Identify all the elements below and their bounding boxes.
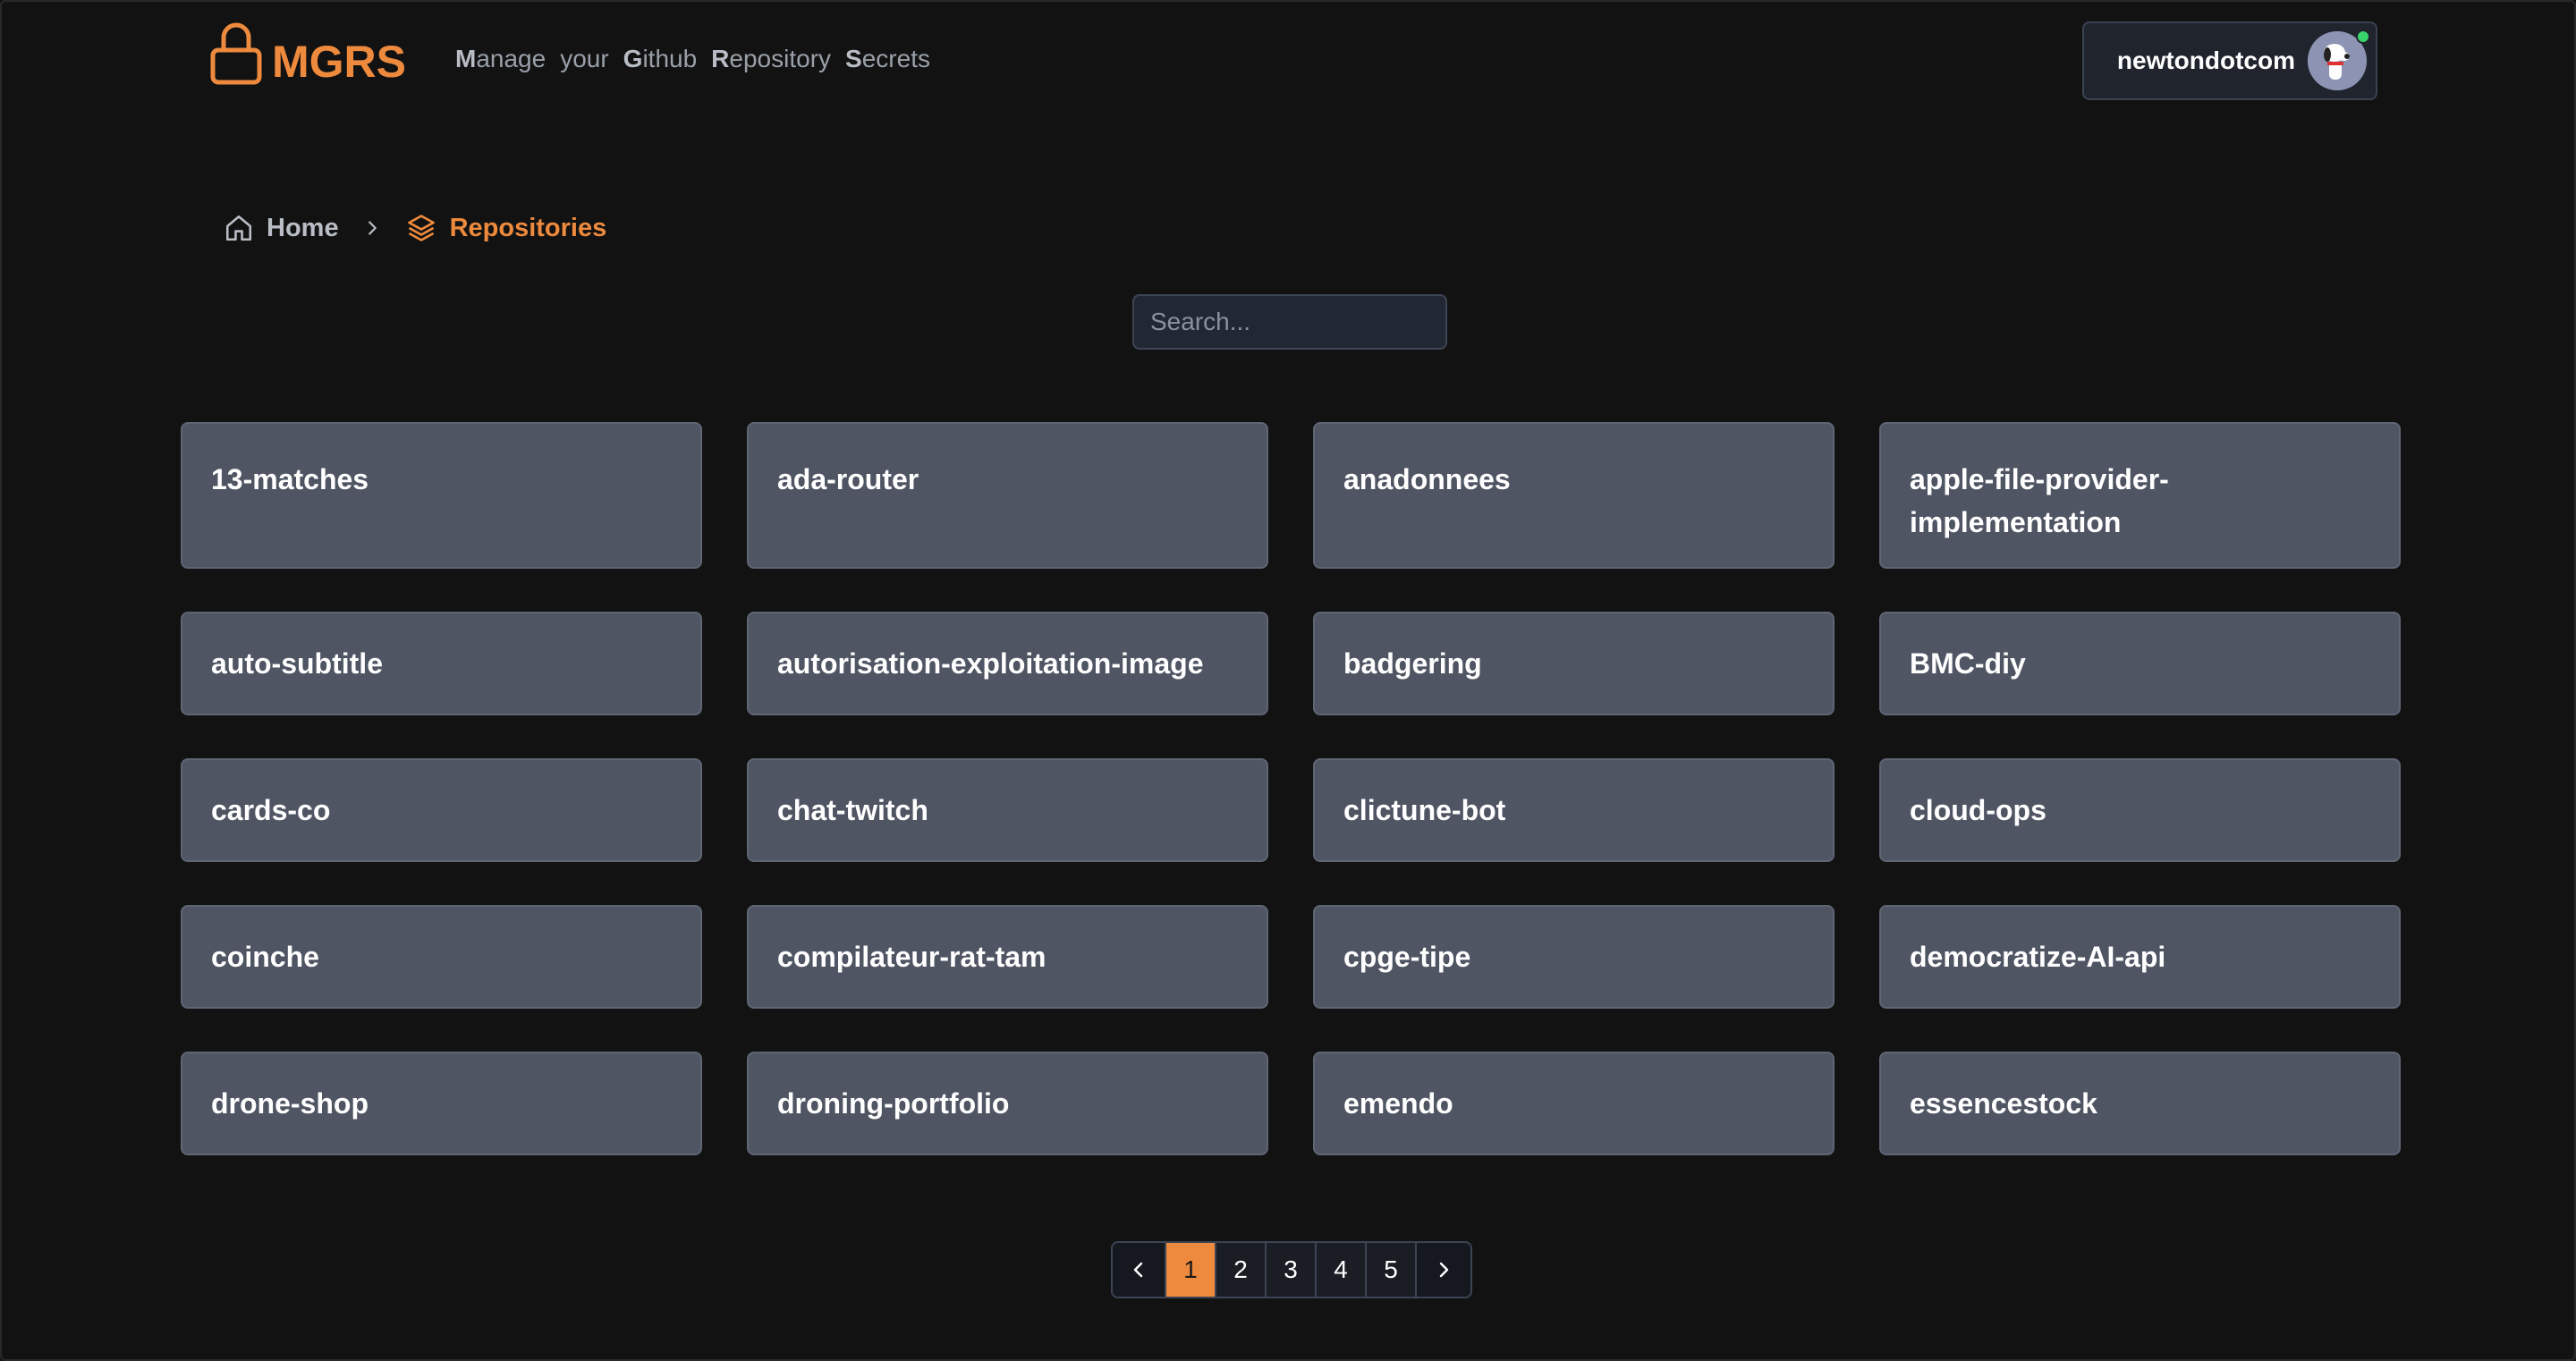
repository-card[interactable]: compilateur-rat-tam [747,905,1268,1009]
repository-card[interactable]: emendo [1313,1052,1835,1155]
repository-card[interactable]: essencestock [1879,1052,2401,1155]
repository-card[interactable]: autorisation-exploitation-image [747,612,1268,715]
avatar [2308,30,2370,90]
logo-text: MGRS [272,37,406,87]
home-icon [225,215,252,241]
repository-card[interactable]: chat-twitch [747,758,1268,862]
online-status-dot [2356,30,2370,44]
tagline-word: Repository [711,45,832,72]
repository-card[interactable]: drone-shop [181,1052,702,1155]
user-name: newtondotcom [2116,46,2295,74]
tagline-word: Github [623,45,698,72]
repository-grid: 13-matches ada-router anadonnees apple-f… [181,422,2401,1155]
previous-page-button[interactable] [1113,1243,1166,1297]
breadcrumb-current-label: Repositories [449,213,607,242]
user-menu-button[interactable]: newtondotcom [2082,21,2377,100]
tagline-word: Secrets [845,45,930,72]
pagination: 1 2 3 4 5 [1111,1241,1472,1298]
repository-card[interactable]: droning-portfolio [747,1052,1268,1155]
lock-icon [210,22,262,85]
tagline-word: your [560,45,609,72]
page-button-1[interactable]: 1 [1166,1243,1216,1297]
chevron-left-icon [1133,1262,1143,1278]
tagline-word: Manage [455,45,547,72]
repository-card[interactable]: 13-matches [181,422,702,569]
repository-card[interactable]: anadonnees [1313,422,1835,569]
breadcrumb-home-label: Home [267,213,339,242]
repository-card[interactable]: ada-router [747,422,1268,569]
breadcrumb-home-link[interactable]: Home [224,213,339,243]
app-tagline: Manage your Github Repository Secrets [455,45,930,73]
layers-icon [407,215,435,241]
repository-card[interactable]: cards-co [181,758,702,862]
repository-card[interactable]: cpge-tipe [1313,905,1835,1009]
page-button-3[interactable]: 3 [1267,1243,1317,1297]
repository-card[interactable]: democratize-AI-api [1879,905,2401,1009]
repository-card[interactable]: coinche [181,905,702,1009]
search-input[interactable] [1132,294,1447,350]
breadcrumb-current: Repositories [405,212,607,244]
next-page-button[interactable] [1417,1243,1470,1297]
chevron-right-icon [1439,1262,1449,1278]
repository-card[interactable]: badgering [1313,612,1835,715]
chevron-right-icon [362,218,382,238]
repository-card[interactable]: auto-subtitle [181,612,702,715]
repository-card[interactable]: apple-file-provider-implementation [1879,422,2401,569]
page-button-4[interactable]: 4 [1317,1243,1367,1297]
page-button-2[interactable]: 2 [1216,1243,1267,1297]
repository-card[interactable]: BMC-diy [1879,612,2401,715]
repository-card[interactable]: clictune-bot [1313,758,1835,862]
repository-card[interactable]: cloud-ops [1879,758,2401,862]
breadcrumb: Home Repositories [224,212,606,244]
app-window: MGRS Manage your Github Repository Secre… [0,0,2576,1361]
app-logo[interactable]: MGRS [209,21,406,86]
page-button-5[interactable]: 5 [1367,1243,1417,1297]
